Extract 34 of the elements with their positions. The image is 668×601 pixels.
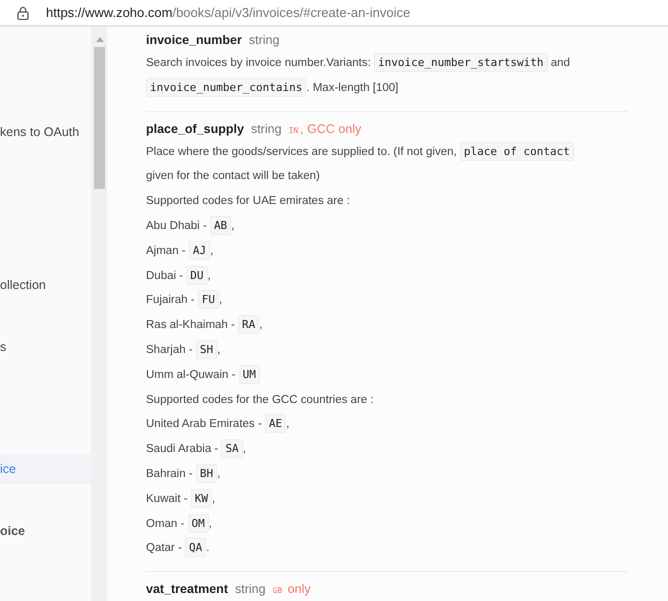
field-type: string	[234, 581, 266, 598]
field-name: invoice_number	[146, 32, 242, 49]
region-note: GB only	[272, 581, 311, 598]
sidebar-item[interactable]: kens to OAuth	[0, 117, 91, 147]
description-text: Qatar - QA .	[146, 536, 593, 562]
sidebar-item[interactable]: oice	[0, 516, 91, 546]
url-field[interactable]: https://www.zoho.com/books/api/v3/invoices/#create-an-invoice	[46, 5, 410, 20]
description-text: Supported codes for the GCC countries are :	[146, 392, 375, 408]
description-text: Umm al-Quwain - UM	[146, 362, 593, 388]
lock-icon	[17, 6, 29, 20]
description-text: United Arab Emirates - AE ,	[146, 412, 593, 438]
description-text: Bahrain - BH ,	[146, 462, 593, 487]
field-type: string	[248, 32, 280, 49]
description-text: Ras al-Khaimah - RA ,	[146, 313, 593, 338]
scrollbar[interactable]	[92, 27, 107, 601]
description-text: Kuwait - KW ,	[146, 486, 593, 512]
description-text: Dubai - DU ,	[146, 264, 593, 288]
scrollbar-thumb[interactable]	[94, 47, 105, 189]
scroll-up-icon[interactable]	[96, 37, 104, 42]
description-text: Saudi Arabia - SA ,	[146, 437, 593, 462]
description-text: Ajman - AJ ,	[146, 238, 593, 264]
description-text: Fujairah - FU ,	[146, 288, 593, 314]
description-text: Place where the goods/services are supplied to. (If not given, place of contact given for the contact will be taken)	[146, 140, 593, 190]
field-name: vat_treatment	[146, 581, 228, 598]
description-text: Abu Dhabi - AB ,	[146, 214, 593, 239]
description-text: Sharjah - SH ,	[146, 338, 593, 363]
sidebar-item[interactable]: ollection	[0, 270, 91, 300]
sidebar-item[interactable]: s	[0, 332, 91, 362]
region-note: IN , GCC only	[288, 120, 362, 138]
description-text: Search invoices by invoice number.Variants: invoice_number_startswith and invoice_number_contains . Max-length [100]	[146, 51, 593, 101]
field-type: string	[250, 120, 282, 138]
description-text: Oman - OM ,	[146, 512, 593, 536]
field-name: place_of_supply	[146, 120, 244, 138]
description-text: Supported codes for UAE emirates are :	[146, 194, 351, 210]
